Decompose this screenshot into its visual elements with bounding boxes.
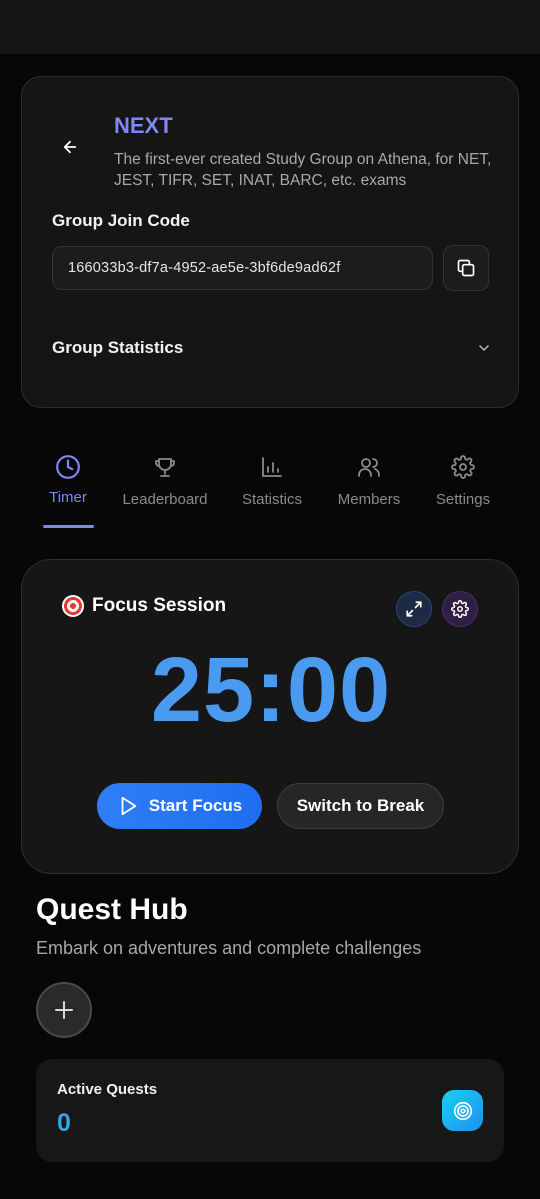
timer-settings-button[interactable] [442, 591, 478, 627]
timer-display: 25:00 [150, 639, 392, 741]
tab-leaderboard[interactable]: Leaderboard [120, 452, 210, 528]
fullscreen-button[interactable] [396, 591, 432, 627]
chevron-down-icon [479, 345, 489, 351]
tab-statistics[interactable]: Statistics [239, 452, 305, 528]
active-quests-label: Active Quests [57, 1081, 158, 1098]
tab-label: Timer [49, 489, 87, 506]
gear-icon [451, 600, 469, 618]
copy-icon [457, 259, 475, 277]
active-quests-count: 0 [57, 1109, 71, 1137]
tab-bar: Timer Leaderboard Statistics Members Set… [20, 452, 520, 532]
quest-hub-subtitle: Embark on adventures and complete challe… [36, 938, 422, 958]
tab-settings[interactable]: Settings [433, 452, 493, 528]
status-bar [0, 0, 540, 54]
users-icon [358, 458, 380, 477]
focus-session-card: Focus Session 25:00 Start Focus Switch t… [21, 559, 519, 874]
start-focus-button[interactable]: Start Focus [97, 783, 262, 829]
arrow-left-icon [63, 140, 77, 154]
start-focus-label: Start Focus [148, 796, 243, 815]
bar-chart-icon [262, 457, 282, 477]
copy-button[interactable] [443, 245, 489, 291]
expand-icon [406, 601, 422, 617]
plus-icon [55, 1001, 73, 1019]
clock-icon [56, 455, 80, 479]
tab-members[interactable]: Members [336, 452, 402, 528]
add-quest-button[interactable] [36, 982, 92, 1038]
back-button[interactable] [56, 133, 84, 161]
tab-label: Leaderboard [122, 491, 208, 508]
join-code-field[interactable]: 166033b3-df7a-4952-ae5e-3bf6de9ad62f [52, 246, 433, 290]
gear-icon [451, 455, 475, 479]
group-info-card: NEXT The first-ever created Study Group … [21, 76, 519, 408]
active-quests-card: Active Quests 0 [36, 1059, 504, 1162]
join-code-label: Group Join Code [52, 211, 190, 230]
play-icon [121, 796, 136, 816]
group-statistics-label: Group Statistics [52, 338, 184, 357]
group-description: The first-ever created Study Group on At… [114, 151, 492, 189]
trophy-icon [155, 458, 175, 477]
target-icon [62, 595, 84, 617]
active-tab-indicator [43, 525, 94, 528]
focus-session-title: Focus Session [92, 595, 227, 616]
tab-label: Settings [435, 491, 491, 508]
group-name: NEXT [114, 113, 173, 138]
tab-label: Statistics [241, 491, 302, 508]
tab-label: Members [337, 491, 401, 508]
switch-to-break-label: Switch to Break [296, 796, 425, 815]
quest-hub-title: Quest Hub [36, 893, 188, 926]
tab-timer[interactable]: Timer [46, 452, 90, 528]
group-statistics-toggle[interactable]: Group Statistics [52, 332, 492, 364]
target-icon [442, 1090, 483, 1131]
switch-to-break-button[interactable]: Switch to Break [277, 783, 444, 829]
focus-session-header: Focus Session [62, 595, 226, 617]
